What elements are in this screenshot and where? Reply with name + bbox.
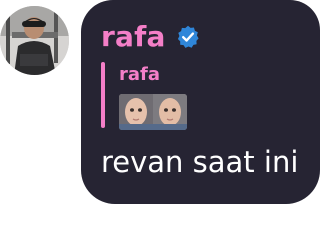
message-bubble[interactable]: rafa rafa revan saat ini <box>81 0 320 204</box>
reply-quote[interactable]: rafa <box>101 62 211 132</box>
reply-bar <box>101 62 105 128</box>
sender-name[interactable]: rafa <box>101 20 166 54</box>
reply-image-thumbnail[interactable] <box>119 94 187 130</box>
reply-sender-name: rafa <box>119 64 161 85</box>
verified-badge-icon <box>176 25 200 49</box>
avatar[interactable] <box>0 6 69 75</box>
sender-header: rafa <box>101 20 200 54</box>
message-text: revan saat ini <box>101 145 299 179</box>
chat-message-row: rafa rafa revan saat ini <box>0 0 320 252</box>
avatar-photo <box>0 6 69 75</box>
